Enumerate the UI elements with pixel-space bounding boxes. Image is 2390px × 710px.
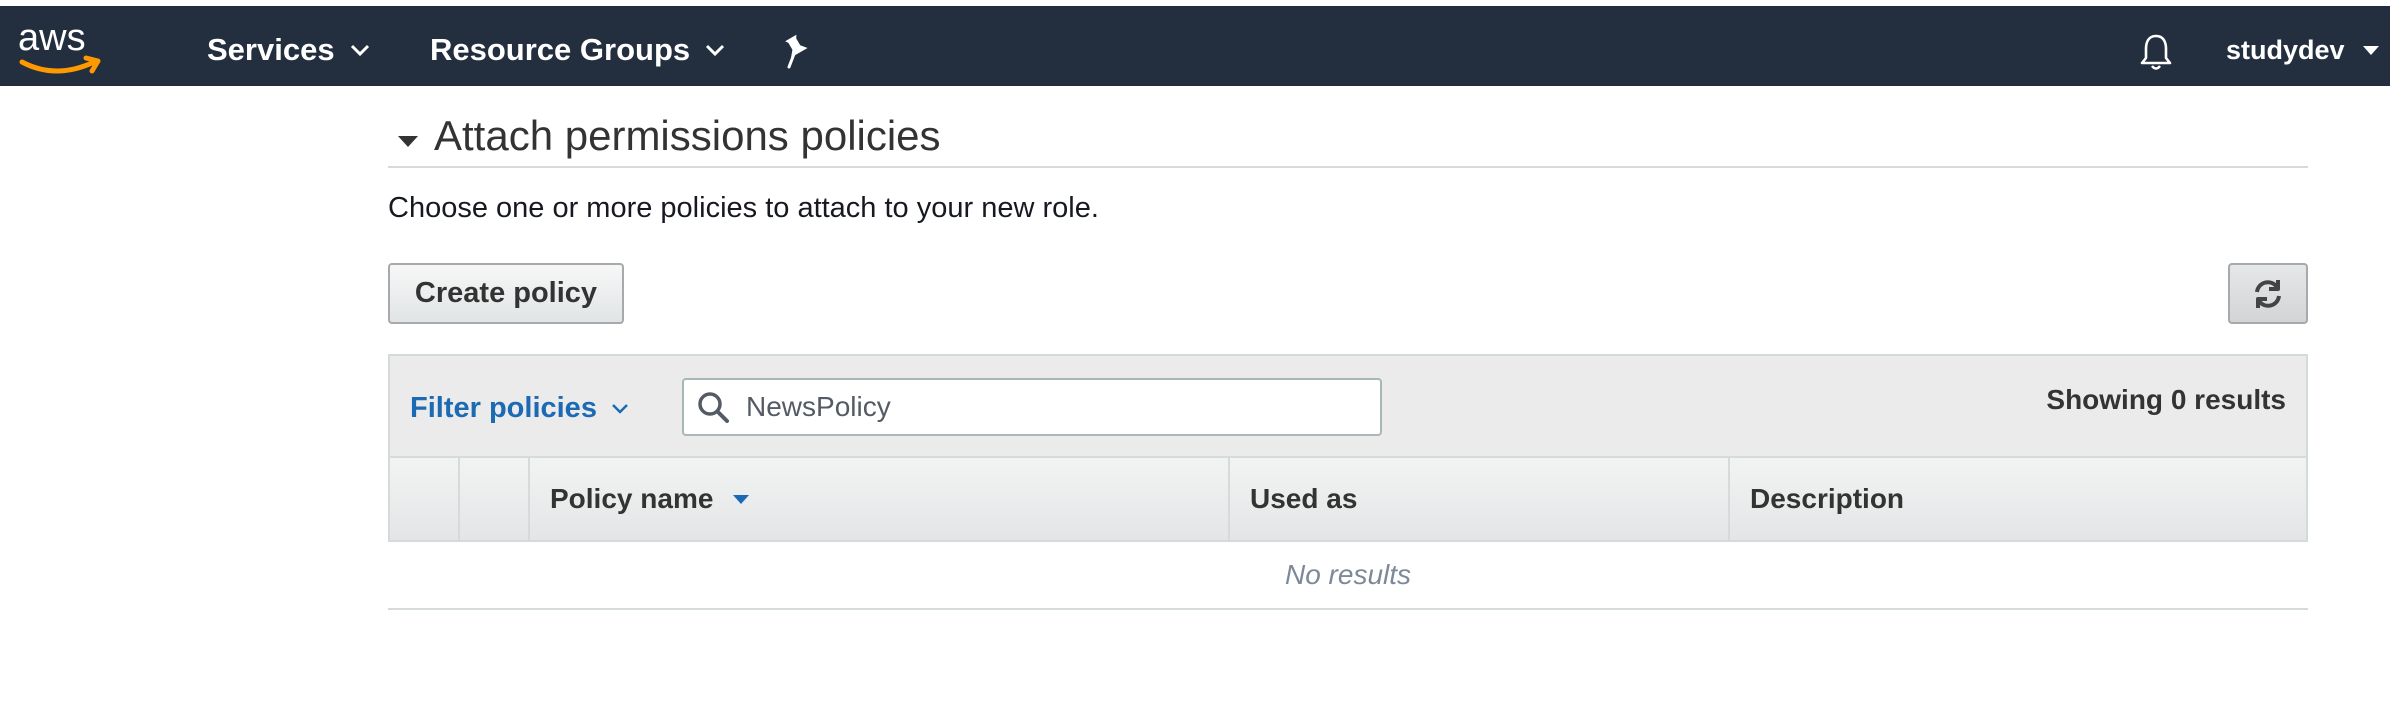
bell-icon[interactable] xyxy=(2138,32,2174,72)
section-header: Attach permissions policies xyxy=(388,108,2308,168)
sort-desc-icon xyxy=(733,495,750,504)
column-header-label: Description xyxy=(1750,483,1905,514)
empty-table-message: No results xyxy=(388,542,2308,610)
column-header-used-as[interactable]: Used as xyxy=(1230,458,1730,540)
account-menu[interactable]: studydev xyxy=(2226,30,2381,70)
resource-groups-menu[interactable]: Resource Groups xyxy=(430,30,726,70)
header-select-column xyxy=(390,458,460,540)
column-header-description[interactable]: Description xyxy=(1730,458,2306,540)
section-title: Attach permissions policies xyxy=(434,112,941,159)
results-count: Showing 0 results xyxy=(2046,384,2286,415)
search-icon xyxy=(698,392,729,423)
section-subtitle: Choose one or more policies to attach to… xyxy=(388,192,1099,224)
header-expand-column xyxy=(460,458,530,540)
create-policy-button[interactable]: Create policy xyxy=(388,263,624,324)
aws-logo[interactable]: aws xyxy=(16,16,106,82)
search-input[interactable] xyxy=(744,390,1364,424)
refresh-icon xyxy=(2255,279,2281,308)
collapse-caret-icon[interactable] xyxy=(396,133,420,149)
filter-policies-dropdown[interactable]: Filter policies xyxy=(410,392,629,425)
table-header: Policy name Used as Description xyxy=(390,458,2306,540)
chevron-down-icon xyxy=(706,44,725,57)
resource-groups-label: Resource Groups xyxy=(430,32,691,67)
filter-row: Filter policies Showing 0 results xyxy=(390,356,2306,458)
aws-logo-text: aws xyxy=(18,17,86,59)
search-box[interactable] xyxy=(682,378,1382,436)
chevron-down-icon xyxy=(612,403,628,414)
chevron-down-icon xyxy=(350,44,369,57)
username: studydev xyxy=(2226,34,2345,65)
refresh-button[interactable] xyxy=(2228,263,2308,324)
services-menu[interactable]: Services xyxy=(207,30,371,70)
column-header-label: Policy name xyxy=(550,483,714,514)
caret-down-icon xyxy=(2362,46,2379,55)
policies-table-panel: Filter policies Showing 0 results Policy… xyxy=(388,354,2308,542)
services-label: Services xyxy=(207,32,335,67)
column-header-label: Used as xyxy=(1250,483,1358,514)
top-navigation-bar: aws Services Resource Groups studydev xyxy=(0,0,2390,86)
pin-icon[interactable] xyxy=(780,34,812,70)
column-header-policy-name[interactable]: Policy name xyxy=(530,458,1230,540)
filter-policies-label: Filter policies xyxy=(410,392,597,424)
